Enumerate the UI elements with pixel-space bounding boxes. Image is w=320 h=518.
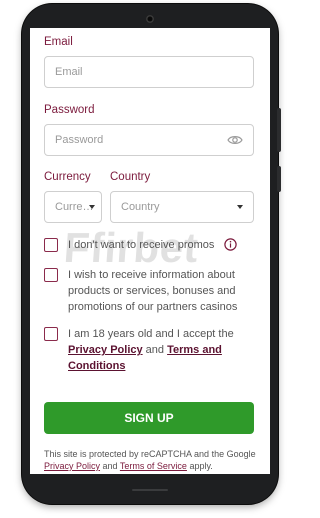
country-select[interactable]: Country xyxy=(110,191,254,223)
email-placeholder: Email xyxy=(55,66,83,78)
chevron-down-icon xyxy=(89,205,95,209)
email-label: Email xyxy=(44,36,73,48)
privacy-policy-link[interactable]: Privacy Policy xyxy=(68,344,143,356)
password-field[interactable]: Password xyxy=(44,124,254,156)
promos-text: I don't want to receive promos xyxy=(68,239,215,251)
phone-frame: Email Email Password Password Currency C… xyxy=(22,4,281,504)
captcha-privacy-link[interactable]: Privacy Policy xyxy=(44,461,100,471)
age-text: I am 18 years old and I accept the xyxy=(68,328,234,340)
password-placeholder: Password xyxy=(55,134,104,146)
home-indicator xyxy=(132,489,168,491)
eye-icon[interactable] xyxy=(227,134,243,146)
info-text: I wish to receive information about prod… xyxy=(68,269,238,313)
country-label: Country xyxy=(110,171,151,183)
password-label: Password xyxy=(44,104,95,116)
country-value: Country xyxy=(121,201,160,213)
age-checkbox[interactable] xyxy=(44,327,58,341)
signup-button[interactable]: SIGN UP xyxy=(44,402,254,434)
and-text: and xyxy=(145,344,165,356)
email-field[interactable]: Email xyxy=(44,56,254,88)
captcha-apply: apply. xyxy=(189,461,213,471)
captcha-and: and xyxy=(102,461,118,471)
info-checkbox[interactable] xyxy=(44,268,58,282)
chevron-down-icon xyxy=(237,205,243,209)
currency-value: Curre… xyxy=(55,201,94,213)
front-camera xyxy=(146,15,154,23)
registration-screen: Email Email Password Password Currency C… xyxy=(30,28,270,474)
captcha-text: This site is protected by reCAPTCHA and … xyxy=(44,449,256,459)
currency-label: Currency xyxy=(44,171,91,183)
captcha-terms-link[interactable]: Terms of Service xyxy=(120,461,187,471)
age-terms-text: I am 18 years old and I accept the Priva… xyxy=(68,326,252,374)
volume-button xyxy=(277,108,281,152)
promos-checkbox[interactable] xyxy=(44,238,58,252)
power-button xyxy=(277,166,281,192)
currency-select[interactable]: Curre… xyxy=(44,191,102,223)
recaptcha-notice: This site is protected by reCAPTCHA and … xyxy=(44,448,258,472)
info-icon[interactable] xyxy=(224,238,237,251)
